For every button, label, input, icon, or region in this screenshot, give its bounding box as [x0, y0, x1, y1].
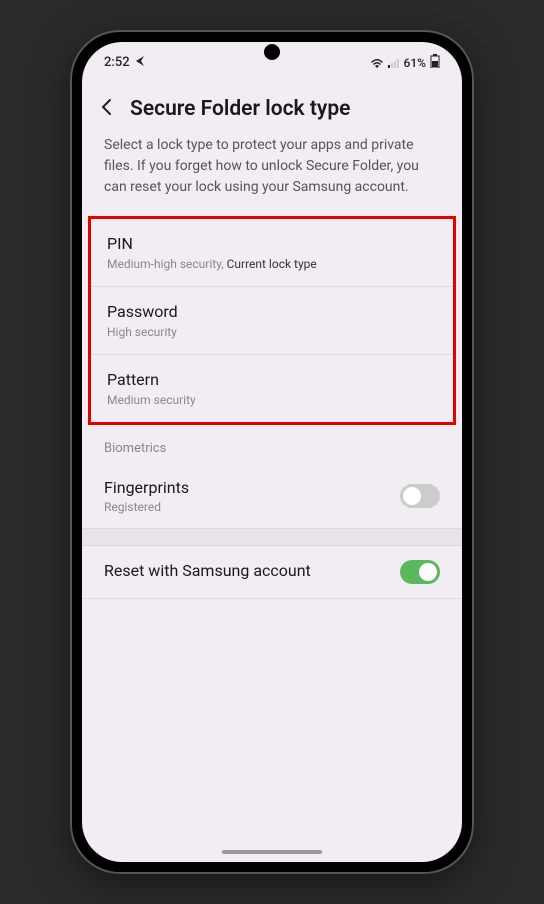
page-title: Secure Folder lock type	[130, 97, 350, 121]
item-title: Fingerprints	[104, 478, 400, 497]
highlight-annotation: PIN Medium-high security, Current lock t…	[88, 216, 456, 425]
reset-toggle[interactable]	[400, 560, 440, 584]
item-title: Reset with Samsung account	[104, 561, 400, 580]
phone-screen: 2:52 61% Se	[82, 42, 462, 862]
home-indicator[interactable]	[222, 850, 322, 854]
fingerprints-toggle[interactable]	[400, 484, 440, 508]
phone-frame: 2:52 61% Se	[72, 32, 472, 872]
item-subtitle: Medium-high security, Current lock type	[107, 257, 437, 271]
status-time: 2:52	[104, 55, 130, 70]
back-icon[interactable]	[98, 98, 116, 120]
lock-type-pattern[interactable]: Pattern Medium security	[91, 355, 453, 422]
item-subtitle: Medium security	[107, 393, 437, 407]
battery-percent: 61%	[404, 56, 426, 70]
reset-samsung-item[interactable]: Reset with Samsung account	[82, 546, 462, 599]
signal-icon	[388, 58, 400, 68]
item-title: PIN	[107, 234, 437, 253]
item-title: Password	[107, 302, 437, 321]
page-description: Select a lock type to protect your apps …	[82, 135, 462, 216]
lock-type-password[interactable]: Password High security	[91, 287, 453, 355]
lock-type-pin[interactable]: PIN Medium-high security, Current lock t…	[91, 219, 453, 287]
battery-icon	[430, 54, 440, 71]
wifi-icon	[370, 58, 384, 68]
item-title: Pattern	[107, 370, 437, 389]
section-divider	[82, 528, 462, 546]
item-subtitle: Registered	[104, 500, 400, 514]
item-subtitle: High security	[107, 325, 437, 339]
location-icon	[136, 55, 146, 70]
page-header: Secure Folder lock type	[82, 75, 462, 135]
biometrics-section-header: Biometrics	[82, 425, 462, 464]
fingerprints-item[interactable]: Fingerprints Registered	[82, 464, 462, 529]
camera-notch	[264, 44, 280, 60]
